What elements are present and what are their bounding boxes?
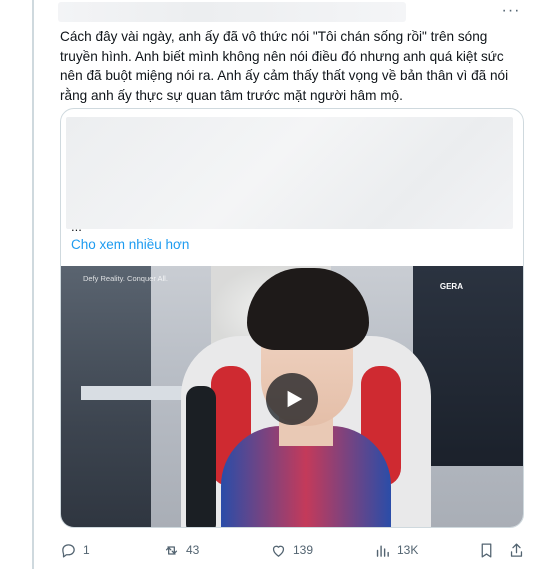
video-overlay-caption: Defy Reality. Conquer All.	[83, 274, 168, 283]
reply-button[interactable]: 1	[60, 540, 90, 560]
blurred-author-header	[58, 2, 406, 22]
tweet-action-bar: 1 43 139 13K	[60, 540, 530, 562]
tweet-text: Cách đây vài ngày, anh ấy đã vô thức nói…	[60, 29, 509, 103]
like-button[interactable]: 139	[270, 540, 313, 560]
person-hair	[247, 268, 369, 350]
bookmark-button[interactable]	[478, 540, 495, 560]
retweet-icon	[165, 545, 178, 555]
share-button[interactable]	[508, 540, 525, 560]
bookmark-icon	[481, 542, 492, 558]
quote-ellipsis: ...	[71, 219, 82, 234]
heart-icon	[272, 545, 285, 557]
jersey-lettering: GERA	[439, 282, 463, 291]
play-button[interactable]	[266, 373, 318, 425]
show-more-link[interactable]: Cho xem nhiều hơn	[71, 237, 189, 252]
more-horizontal-icon[interactable]: ···	[501, 3, 521, 20]
like-count: 139	[293, 543, 314, 557]
thread-connector-line	[32, 0, 34, 569]
blurred-quoted-content	[66, 117, 513, 229]
views-count: 13K	[397, 543, 419, 557]
reply-count: 1	[83, 543, 90, 557]
share-icon	[510, 542, 523, 557]
gaming-chair-side	[186, 386, 216, 527]
quoted-tweet-card[interactable]: ... Cho xem nhiều hơn Defy Reality. Conq…	[60, 108, 524, 528]
reply-icon	[62, 543, 75, 558]
views-button[interactable]: 13K	[374, 540, 418, 560]
play-icon	[287, 390, 303, 408]
views-icon	[376, 545, 389, 557]
video-background-shelf	[81, 386, 191, 400]
retweet-button[interactable]: 43	[163, 540, 199, 560]
video-player[interactable]: Defy Reality. Conquer All. GERA	[61, 266, 523, 527]
retweet-count: 43	[186, 543, 200, 557]
